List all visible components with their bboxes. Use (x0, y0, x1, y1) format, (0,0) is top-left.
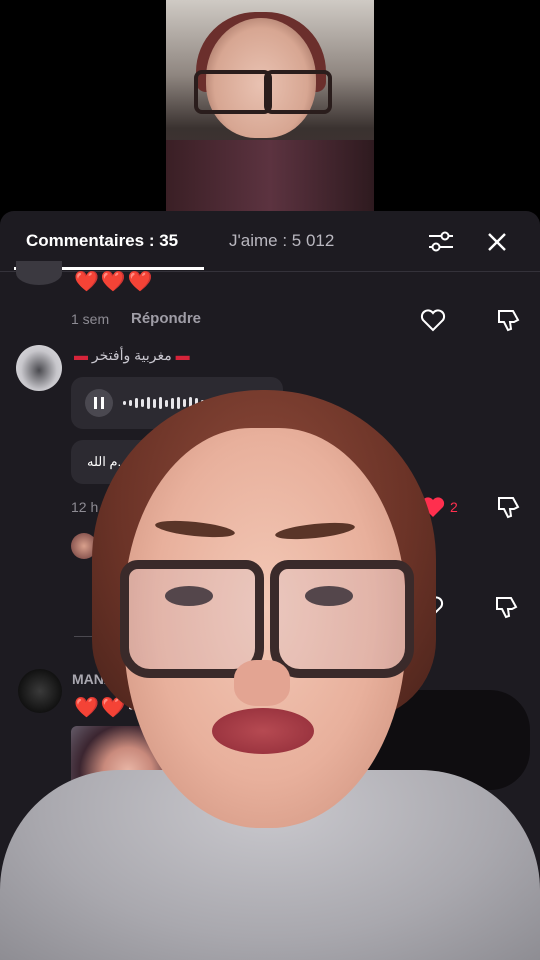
overlay-nose (234, 660, 290, 706)
close-icon[interactable] (485, 230, 509, 254)
thumb-down-icon[interactable] (496, 308, 522, 332)
overlay-lips (212, 708, 314, 754)
video-jacket (166, 140, 374, 214)
sliders-icon[interactable] (428, 231, 454, 253)
video-preview[interactable] (166, 0, 374, 214)
avatar[interactable] (16, 261, 62, 285)
comment-username: ▬ مغربية وأفتخر ▬ (74, 347, 190, 363)
reply-button[interactable]: Répondre (131, 310, 201, 327)
tab-comments[interactable]: Commentaires : 35 (26, 231, 178, 251)
tab-likes[interactable]: J'aime : 5 012 (229, 231, 334, 251)
overlay-person (0, 390, 540, 960)
comment-emojis: ❤️❤️❤️ (74, 271, 155, 293)
overlay-glasses-left (120, 560, 264, 678)
video-glasses-right (264, 70, 332, 114)
overlay-glasses-right (270, 560, 414, 678)
heart-outline-icon[interactable] (420, 308, 446, 332)
video-glasses-left (194, 70, 272, 114)
avatar[interactable] (16, 345, 62, 391)
sheet-tabs: Commentaires : 35 J'aime : 5 012 (0, 211, 540, 272)
comment-time: 1 sem (71, 311, 110, 327)
